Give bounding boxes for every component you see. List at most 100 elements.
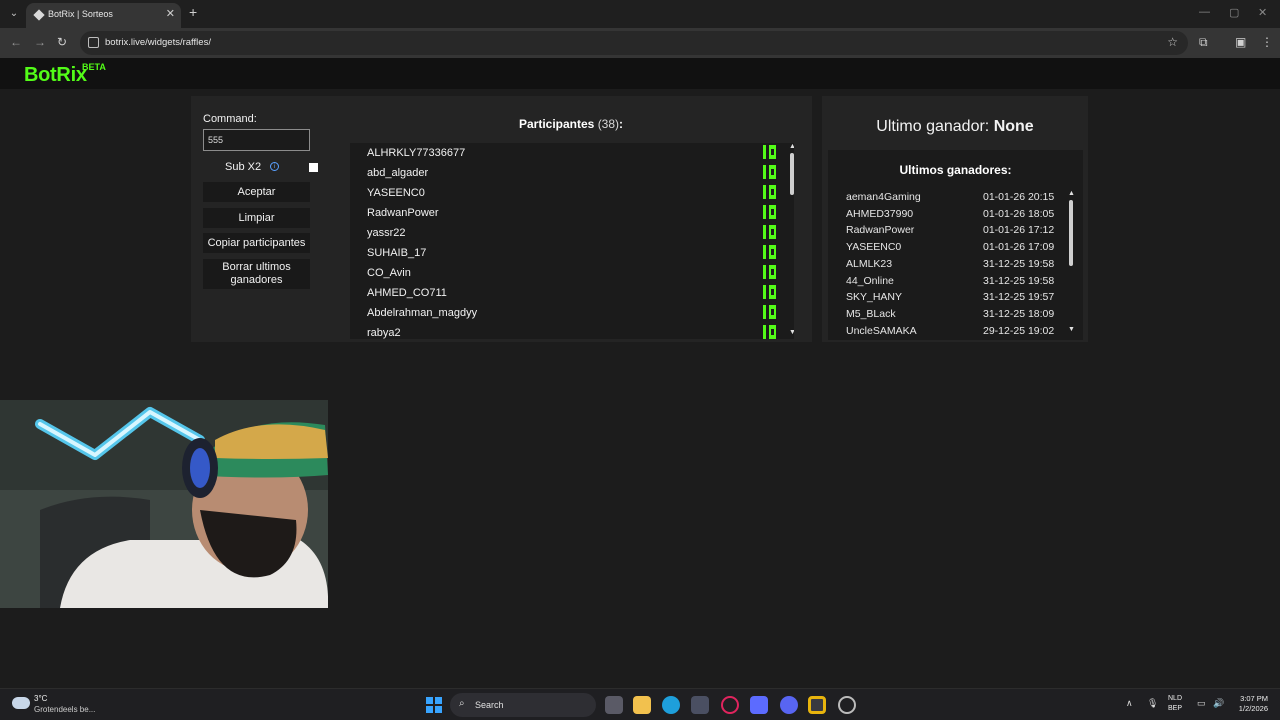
reload-icon[interactable]: ↻ (57, 35, 67, 49)
scrollbar-thumb[interactable] (790, 153, 794, 195)
scroll-down-icon[interactable]: ▼ (1068, 326, 1075, 333)
opera-icon[interactable] (721, 696, 739, 714)
participant-row[interactable]: yassr22 (350, 223, 780, 243)
participant-name: yassr22 (367, 227, 406, 239)
site-header: BotRix BETA (0, 58, 1280, 89)
sub-x2-checkbox[interactable] (309, 163, 318, 172)
last-winner: Ultimo ganador: None (822, 118, 1088, 136)
file-explorer-icon[interactable] (633, 696, 651, 714)
winner-date: 29-12-25 19:02 (983, 324, 1055, 336)
language-code: NLD (1168, 695, 1183, 702)
winners-scrollbar[interactable]: ▲ ▼ (1068, 190, 1075, 336)
participant-row[interactable]: RadwanPower (350, 203, 780, 223)
browser-toolbar: ← → ↻ botrix.live/widgets/raffles/ ☆ ⧉ ▣… (0, 28, 1280, 58)
last-winner-value: None (993, 118, 1034, 135)
participant-row[interactable]: AHMED_CO711 (350, 283, 780, 303)
participant-row[interactable]: YASEENC0 (350, 183, 780, 203)
participant-row[interactable]: ALHRKLY77336677 (350, 143, 780, 163)
taskbar-search-label: Search (475, 700, 504, 710)
settings-icon[interactable] (838, 696, 856, 714)
microphone-icon[interactable]: 🎙 (1147, 698, 1158, 709)
discord-icon[interactable] (780, 696, 798, 714)
scroll-down-icon[interactable]: ▼ (789, 329, 794, 336)
store-icon[interactable] (691, 696, 709, 714)
address-bar[interactable]: botrix.live/widgets/raffles/ ☆ (80, 31, 1188, 55)
tab-title: BotRix | Sorteos (48, 9, 113, 19)
winner-row: aeman4Gaming 01-01-26 20:15 (846, 190, 1066, 206)
minimize-icon[interactable]: — (1199, 6, 1210, 18)
volume-icon[interactable]: 🔊 (1213, 698, 1224, 709)
raffle-panel: Command: Sub X2 i Aceptar Limpiar Copiar… (191, 96, 812, 342)
winner-name: YASEENC0 (846, 241, 902, 254)
network-icon[interactable]: ▭ (1197, 698, 1206, 709)
webcam-image (0, 400, 328, 608)
winner-date: 31-12-25 19:57 (983, 291, 1055, 304)
back-icon[interactable]: ← (10, 35, 22, 49)
chrome-icon[interactable] (808, 696, 826, 714)
copy-participants-button[interactable]: Copiar participantes (203, 233, 310, 253)
last-winner-label: Ultimo ganador: (876, 118, 990, 135)
clear-winners-button[interactable]: Borrar ultimos ganadores (203, 259, 310, 289)
command-input[interactable] (203, 129, 310, 151)
participant-name: abd_algader (367, 167, 429, 179)
menu-icon[interactable]: ⋮ (1261, 35, 1273, 49)
close-window-icon[interactable]: ✕ (1258, 6, 1267, 19)
browser-tab[interactable]: BotRix | Sorteos ✕ (26, 3, 181, 28)
recent-winners-box: Ultimos ganadores: UncleSAMAKA 29-12-25 1… (828, 150, 1083, 340)
botrix-logo[interactable]: BotRix (24, 64, 87, 87)
weather-cloud-icon[interactable] (12, 697, 30, 709)
info-icon[interactable]: i (270, 162, 279, 171)
participant-row[interactable]: Abdelrahman_magdyy (350, 303, 780, 323)
beta-badge: BETA (82, 62, 106, 72)
participant-row[interactable]: rabya2 (350, 323, 780, 339)
participant-name: SUHAIB_17 (367, 247, 427, 259)
start-icon[interactable] (426, 697, 442, 713)
kick-icon (763, 145, 776, 159)
winner-name: M5_BLack (846, 307, 896, 320)
bookmark-star-icon[interactable]: ☆ (1167, 35, 1178, 49)
participants-list[interactable]: rabya2 Abdelrahman_magdyy AHMED_CO711 CO_Av… (350, 143, 794, 339)
favicon-icon (33, 9, 45, 21)
new-tab-icon[interactable]: + (189, 4, 197, 20)
weather-temp[interactable]: 3°C (34, 694, 47, 703)
winner-name: 44_Online (846, 274, 894, 287)
participants-colon: : (619, 117, 624, 131)
site-info-icon[interactable] (88, 37, 99, 48)
taskbar-search[interactable]: ⌕ Search (450, 693, 596, 717)
profile-icon[interactable]: ▣ (1235, 35, 1246, 49)
scrollbar-thumb[interactable] (1069, 200, 1073, 266)
participant-row[interactable]: abd_algader (350, 163, 780, 183)
tray-overflow-icon[interactable]: ∧ (1126, 698, 1133, 709)
scroll-up-icon[interactable]: ▲ (789, 143, 794, 150)
keyboard-layout: BEP (1168, 705, 1183, 712)
kick-icon (763, 285, 776, 299)
restore-icon[interactable]: ▢ (1229, 6, 1239, 19)
winner-name: RadwanPower (846, 224, 915, 237)
participants-scrollbar[interactable]: ▲ ▼ (789, 143, 794, 339)
language-indicator[interactable]: NLD BEP (1168, 694, 1182, 714)
participants-label: Participantes (518, 117, 595, 131)
winner-row: SKY_HANY 31-12-25 19:57 (846, 290, 1066, 306)
clock[interactable]: 3:07 PM 1/2/2026 (1230, 694, 1268, 714)
scroll-up-icon[interactable]: ▲ (1068, 190, 1075, 197)
winner-row: 44_Online 31-12-25 19:58 (846, 274, 1066, 290)
forward-icon[interactable]: → (34, 35, 46, 49)
participant-row[interactable]: SUHAIB_17 (350, 243, 780, 263)
participant-row[interactable]: CO_Avin (350, 263, 780, 283)
close-tab-icon[interactable]: ✕ (166, 7, 175, 20)
participant-name: YASEENC0 (367, 187, 425, 199)
accept-button[interactable]: Aceptar (203, 182, 310, 202)
edge-icon[interactable] (662, 696, 680, 714)
clear-button[interactable]: Limpiar (203, 208, 310, 228)
recent-winners-list[interactable]: UncleSAMAKA 29-12-25 19:02 M5_BLack 31-12-2… (828, 190, 1083, 336)
task-view-icon[interactable] (605, 696, 623, 714)
recent-winners-title: Ultimos ganadores: (899, 163, 1012, 177)
windows-taskbar: 3°C Grotendeels be... ⌕ Search ∧ 🎙 NLD B… (0, 688, 1280, 720)
app-icon[interactable] (750, 696, 768, 714)
tab-search-icon[interactable]: ⌄ (6, 6, 22, 22)
participant-name: Abdelrahman_magdyy (367, 307, 478, 319)
extensions-icon[interactable]: ⧉ (1199, 35, 1208, 50)
kick-icon (763, 165, 776, 179)
winner-name: SKY_HANY (846, 291, 903, 304)
weather-desc[interactable]: Grotendeels be... (34, 705, 95, 714)
